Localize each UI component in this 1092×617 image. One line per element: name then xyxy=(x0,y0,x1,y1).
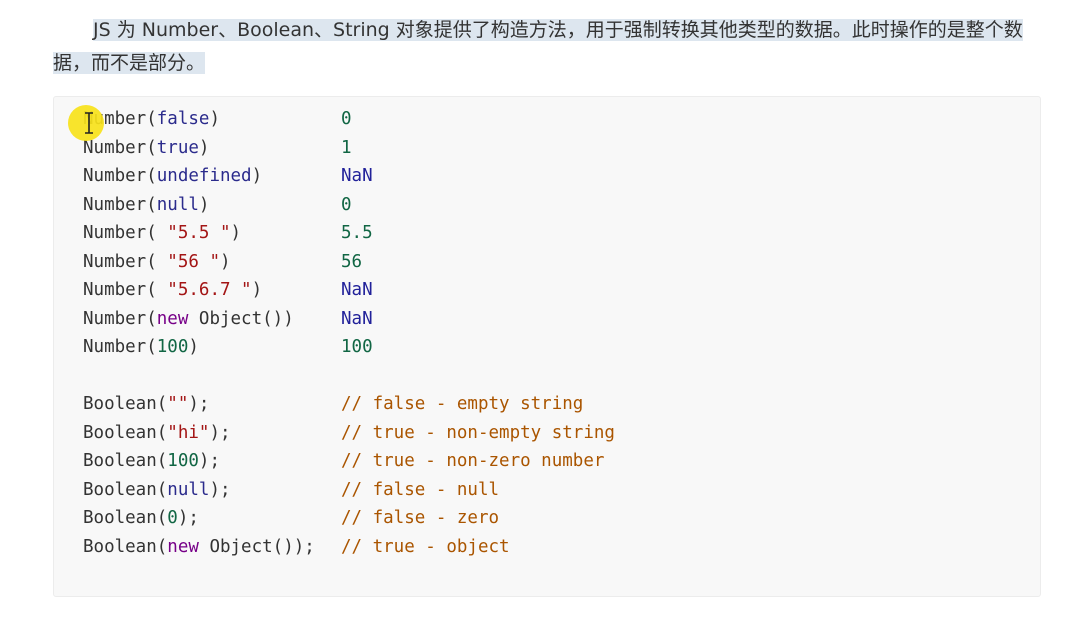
code-line: Boolean(0);// false - zero xyxy=(83,504,615,533)
code-line: Number(undefined) NaN xyxy=(83,162,615,191)
code-result: 5.5 xyxy=(341,223,373,243)
code-function: Boolean( xyxy=(83,536,168,557)
code-expression: Boolean(null); xyxy=(83,476,341,505)
code-expression: Number( "5.6.7 ") xyxy=(83,276,341,305)
code-close: ); xyxy=(209,479,231,500)
code-comment: // true - non-empty string xyxy=(341,422,615,443)
code-line: Number(100) 100 xyxy=(83,333,615,362)
code-line: Number( "56 ") 56 xyxy=(83,248,615,277)
code-function: Number( xyxy=(83,308,157,329)
code-expression: Number( "5.5 ") xyxy=(83,219,341,248)
code-close: ); xyxy=(293,536,315,557)
code-line: Boolean(new Object());// true - object xyxy=(83,533,615,562)
code-argument: false xyxy=(156,109,210,129)
code-argument: 100 xyxy=(156,337,189,357)
code-argument: "5.5 " xyxy=(167,223,231,243)
code-argument: undefined xyxy=(156,166,252,186)
code-line: Boolean("hi");// true - non-empty string xyxy=(83,419,615,448)
code-result: 100 xyxy=(341,337,373,357)
code-close: ); xyxy=(188,394,210,414)
code-expression: Boolean(""); xyxy=(83,390,341,419)
text-cursor-icon xyxy=(85,112,93,134)
code-line: Number(null) 0 xyxy=(83,191,615,220)
code-argument: "5.6.7 " xyxy=(167,280,252,300)
code-function: Number( xyxy=(83,251,168,272)
code-argument: "hi" xyxy=(167,422,210,443)
code-function: Boolean( xyxy=(83,451,168,471)
code-argument: "" xyxy=(167,394,189,414)
code-argument: new xyxy=(156,308,189,329)
code-result: 1 xyxy=(341,137,352,158)
code-comment: // false - null xyxy=(341,479,500,500)
code-function: Number( xyxy=(83,223,168,243)
code-line: Number(false) 0 xyxy=(83,105,615,134)
code-block: Number(false) 0 Number(true) 1 Number(undefi… xyxy=(53,96,1041,597)
code-argument: new xyxy=(167,536,199,557)
code-line: Number(new Object()) NaN xyxy=(83,305,615,334)
code-close: ) xyxy=(251,166,263,186)
code-expression: Number(true) xyxy=(83,134,341,163)
code-result: 56 xyxy=(341,251,363,272)
code-argument-rest: Object() xyxy=(198,536,294,557)
code-line: Boolean(100);// true - non-zero number xyxy=(83,447,615,476)
code-lines: Number(false) 0 Number(true) 1 Number(undefi… xyxy=(83,105,615,561)
code-result: 0 xyxy=(341,194,352,215)
code-argument: 0 xyxy=(167,508,178,528)
code-comment: // false - empty string xyxy=(341,394,584,414)
code-expression: Boolean("hi"); xyxy=(83,419,341,448)
code-function: Boolean( xyxy=(83,479,168,500)
code-result: NaN xyxy=(341,308,373,329)
code-function: Boolean( xyxy=(83,508,168,528)
code-argument: null xyxy=(156,194,199,215)
code-function: Boolean( xyxy=(83,422,168,443)
code-close: ) xyxy=(230,223,242,243)
code-line: Number( "5.6.7 ") NaN xyxy=(83,276,615,305)
code-expression: Boolean(0); xyxy=(83,504,341,533)
code-result: NaN xyxy=(341,166,373,186)
code-line: Number(true) 1 xyxy=(83,134,615,163)
code-expression: Number(new Object()) xyxy=(83,305,341,334)
code-close: ) xyxy=(198,194,210,215)
code-line: Boolean("");// false - empty string xyxy=(83,390,615,419)
code-function: Number( xyxy=(83,194,157,215)
code-function: Number( xyxy=(83,137,157,158)
code-expression: Number(undefined) xyxy=(83,162,341,191)
code-line: Number( "5.5 ") 5.5 xyxy=(83,219,615,248)
code-argument: "56 " xyxy=(167,251,220,272)
code-expression: Boolean(new Object()); xyxy=(83,533,341,562)
code-result: NaN xyxy=(341,280,373,300)
code-function: Boolean( xyxy=(83,394,168,414)
code-comment: // true - non-zero number xyxy=(341,451,605,471)
code-close: ) xyxy=(198,137,210,158)
code-argument: 100 xyxy=(167,451,199,471)
code-expression: Number(false) xyxy=(83,105,341,134)
code-close: ) xyxy=(219,251,231,272)
code-argument-rest: Object() xyxy=(188,308,284,329)
code-close: ) xyxy=(251,280,263,300)
code-function: Number( xyxy=(83,166,157,186)
code-expression: Boolean(100); xyxy=(83,447,341,476)
intro-paragraph: JS 为 Number、Boolean、String 对象提供了构造方法，用于强… xyxy=(53,14,1043,80)
code-comment: // false - zero xyxy=(341,508,500,528)
code-close: ) xyxy=(209,109,220,129)
code-argument: true xyxy=(156,137,199,158)
code-function: Number( xyxy=(83,280,168,300)
code-close: ); xyxy=(177,508,199,528)
code-argument: null xyxy=(167,479,210,500)
code-function: Number( xyxy=(83,337,157,357)
code-result: 0 xyxy=(341,109,352,129)
code-close: ) xyxy=(188,337,199,357)
code-comment: // true - object xyxy=(341,536,510,557)
code-line: Boolean(null);// false - null xyxy=(83,476,615,505)
code-expression: Number(null) xyxy=(83,191,341,220)
code-expression: Number( "56 ") xyxy=(83,248,341,277)
code-close: ); xyxy=(198,451,220,471)
code-close: ) xyxy=(283,308,294,329)
code-expression: Number(100) xyxy=(83,333,341,362)
intro-text: JS 为 Number、Boolean、String 对象提供了构造方法，用于强… xyxy=(53,19,1023,74)
code-close: ); xyxy=(209,422,231,443)
